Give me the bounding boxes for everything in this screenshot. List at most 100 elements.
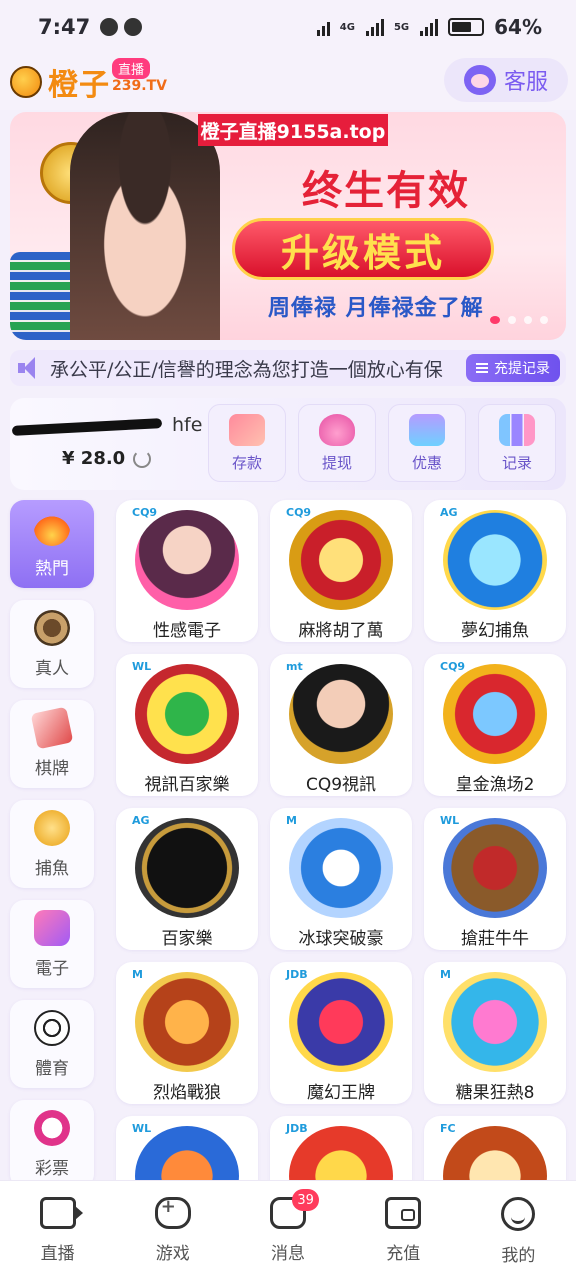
game-thumbnail: M — [437, 968, 547, 1072]
game-name: 冰球突破豪 — [298, 929, 384, 949]
game-name: 皇金漁场2 — [455, 775, 535, 795]
customer-service-button[interactable]: 客服 — [444, 58, 568, 102]
category-lottery[interactable]: 彩票 — [10, 1100, 94, 1188]
provider-tag: FC — [437, 1122, 459, 1135]
category-sports[interactable]: 體育 — [10, 1000, 94, 1088]
provider-tag: WL — [437, 814, 463, 827]
game-card[interactable]: CQ9 皇金漁场2 — [424, 654, 566, 796]
game-card[interactable]: M 冰球突破豪 — [270, 808, 412, 950]
category-label: 真人 — [35, 658, 69, 679]
game-name: 夢幻捕魚 — [461, 621, 529, 641]
soccer-ball-icon — [34, 1009, 70, 1046]
recharge-record-label: 充提记录 — [494, 361, 550, 377]
game-name: 烈焰戰狼 — [153, 1083, 221, 1103]
category-label: 電子 — [35, 958, 69, 979]
account-panel: hfe ¥ 28.0 存款 提现 优惠 记录 — [10, 398, 566, 490]
game-thumbnail: CQ9 — [437, 660, 547, 764]
logo-domain: 239.TV — [112, 78, 167, 94]
category-label: 彩票 — [35, 1158, 69, 1179]
deposit-label: 存款 — [231, 453, 262, 472]
profile-icon — [501, 1197, 536, 1231]
banner-dot[interactable] — [524, 316, 532, 324]
speaker-icon — [18, 356, 44, 380]
banner-dot[interactable] — [540, 316, 548, 324]
provider-tag: CQ9 — [129, 506, 161, 519]
lottery-ball-icon — [34, 1109, 70, 1146]
alarm-icon — [100, 18, 119, 36]
banner-dot[interactable] — [490, 316, 500, 324]
category-slots[interactable]: 電子 — [10, 900, 94, 988]
category-fishing[interactable]: 捕魚 — [10, 800, 94, 888]
redaction-scribble — [11, 418, 163, 436]
refresh-icon[interactable] — [133, 449, 152, 468]
game-card[interactable]: M 糖果狂熱8 — [424, 962, 566, 1104]
recharge-record-button[interactable]: 充提记录 — [466, 354, 560, 382]
wallet-icon — [385, 1197, 422, 1229]
message-count-badge: 39 — [292, 1189, 319, 1211]
game-name: 視訊百家樂 — [144, 775, 230, 795]
game-thumbnail: AG — [129, 814, 239, 918]
banner-model-image — [70, 112, 220, 340]
account-name-text: hfe — [172, 414, 203, 436]
provider-tag: AG — [129, 814, 153, 827]
game-name: 魔幻王牌 — [307, 1083, 375, 1103]
network-4g-label: 4G — [339, 21, 355, 33]
nav-games[interactable]: 游戏 — [115, 1181, 230, 1280]
provider-tag: M — [129, 968, 146, 981]
category-sidebar: 熱門 真人 棋牌 捕魚 電子 體育 彩票 — [10, 500, 98, 1200]
banner-upgrade-button[interactable]: 升级模式 — [232, 218, 494, 280]
game-name: CQ9視訊 — [305, 775, 377, 795]
nav-messages[interactable]: 39 消息 — [230, 1181, 345, 1280]
game-thumbnail: JDB — [283, 968, 393, 1072]
notice-bar: 承公平/公正/信譽的理念為您打造一個放心有保 充提记录 — [10, 350, 566, 386]
fire-icon — [34, 509, 70, 546]
record-button[interactable]: 记录 — [478, 404, 556, 482]
promotion-label: 优惠 — [411, 453, 442, 472]
gamepad-icon — [154, 1196, 191, 1229]
banner-dot[interactable] — [508, 316, 516, 324]
provider-tag: M — [283, 814, 300, 827]
network-5g-label: 5G — [393, 21, 410, 33]
game-card[interactable]: WL 視訊百家樂 — [116, 654, 258, 796]
category-label: 體育 — [35, 1058, 69, 1079]
nav-label: 我的 — [501, 1246, 536, 1266]
record-label: 记录 — [501, 453, 532, 472]
game-card[interactable]: CQ9 性感電子 — [116, 500, 258, 642]
nav-recharge[interactable]: 充值 — [346, 1181, 461, 1280]
signal-4g-icon — [365, 18, 384, 36]
game-card[interactable]: M 烈焰戰狼 — [116, 962, 258, 1104]
deposit-button[interactable]: 存款 — [208, 404, 286, 482]
nav-label: 直播 — [40, 1244, 75, 1264]
game-card[interactable]: mt CQ9視訊 — [270, 654, 412, 796]
nav-live[interactable]: 直播 — [0, 1181, 115, 1280]
category-cards[interactable]: 棋牌 — [10, 700, 94, 788]
category-live[interactable]: 真人 — [10, 600, 94, 688]
provider-tag: WL — [129, 1122, 155, 1135]
status-time-group: 7:47 — [38, 15, 143, 39]
withdraw-button[interactable]: 提现 — [298, 404, 376, 482]
promo-banner[interactable]: 橙子直播9155a.top 终生有效 升级模式 周俸禄 月俸禄金了解 — [10, 112, 566, 340]
category-label: 捕魚 — [35, 858, 69, 879]
game-grid: CQ9 性感電子 CQ9 麻將胡了萬 AG 夢幻捕魚 WL 視訊百家樂 mt CQ9視訊 … — [116, 500, 566, 1258]
game-card[interactable]: WL 搶莊牛牛 — [424, 808, 566, 950]
headset-icon — [463, 65, 496, 95]
balance-value: ¥ 28.0 — [62, 448, 126, 469]
game-thumbnail: CQ9 — [129, 506, 239, 610]
game-card[interactable]: AG 百家樂 — [116, 808, 258, 950]
promotion-button[interactable]: 优惠 — [388, 404, 466, 482]
orange-logo-icon — [10, 66, 42, 98]
game-card[interactable]: JDB 魔幻王牌 — [270, 962, 412, 1104]
fish-icon — [34, 809, 70, 846]
game-thumbnail: mt — [283, 660, 393, 764]
game-card[interactable]: CQ9 麻將胡了萬 — [270, 500, 412, 642]
provider-tag: AG — [437, 506, 461, 519]
card-icon — [229, 413, 265, 446]
provider-tag: CQ9 — [283, 506, 315, 519]
status-right: 4G 5G 64% — [316, 15, 542, 39]
game-card[interactable]: AG 夢幻捕魚 — [424, 500, 566, 642]
banner-slogan: 终生有效 — [302, 167, 470, 214]
nav-profile[interactable]: 我的 — [461, 1181, 576, 1280]
app-logo[interactable]: 橙子 — [10, 60, 110, 104]
banner-pagination — [490, 316, 548, 324]
category-hot[interactable]: 熱門 — [10, 500, 94, 588]
